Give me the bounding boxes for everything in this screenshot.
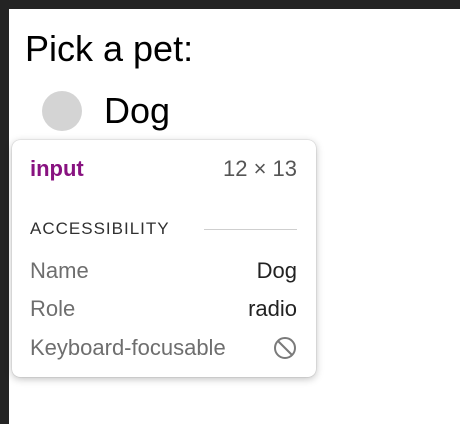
- a11y-key: Role: [30, 296, 76, 321]
- window-left-edge: [0, 0, 9, 424]
- radio-option-dog[interactable]: Dog: [42, 89, 170, 133]
- window-top-edge: [0, 0, 460, 9]
- inspector-tooltip: input 12 × 13 ACCESSIBILITY Name Dog Rol…: [12, 140, 316, 377]
- not-allowed-icon: [273, 336, 297, 360]
- a11y-value: radio: [248, 296, 297, 321]
- element-tag: input: [30, 156, 84, 181]
- section-divider: [204, 229, 297, 230]
- a11y-row-role: Role radio: [30, 296, 297, 322]
- radio-button[interactable]: [42, 91, 82, 131]
- radio-label[interactable]: Dog: [104, 91, 170, 131]
- element-size: 12 × 13: [222, 156, 297, 181]
- question-label: Pick a pet:: [25, 28, 194, 69]
- a11y-key: Name: [30, 258, 89, 283]
- a11y-row-keyboard-focusable: Keyboard-focusable: [30, 335, 297, 361]
- a11y-value: Dog: [256, 258, 297, 283]
- accessibility-heading: ACCESSIBILITY: [30, 219, 170, 238]
- a11y-row-name: Name Dog: [30, 258, 297, 284]
- a11y-key: Keyboard-focusable: [30, 335, 226, 360]
